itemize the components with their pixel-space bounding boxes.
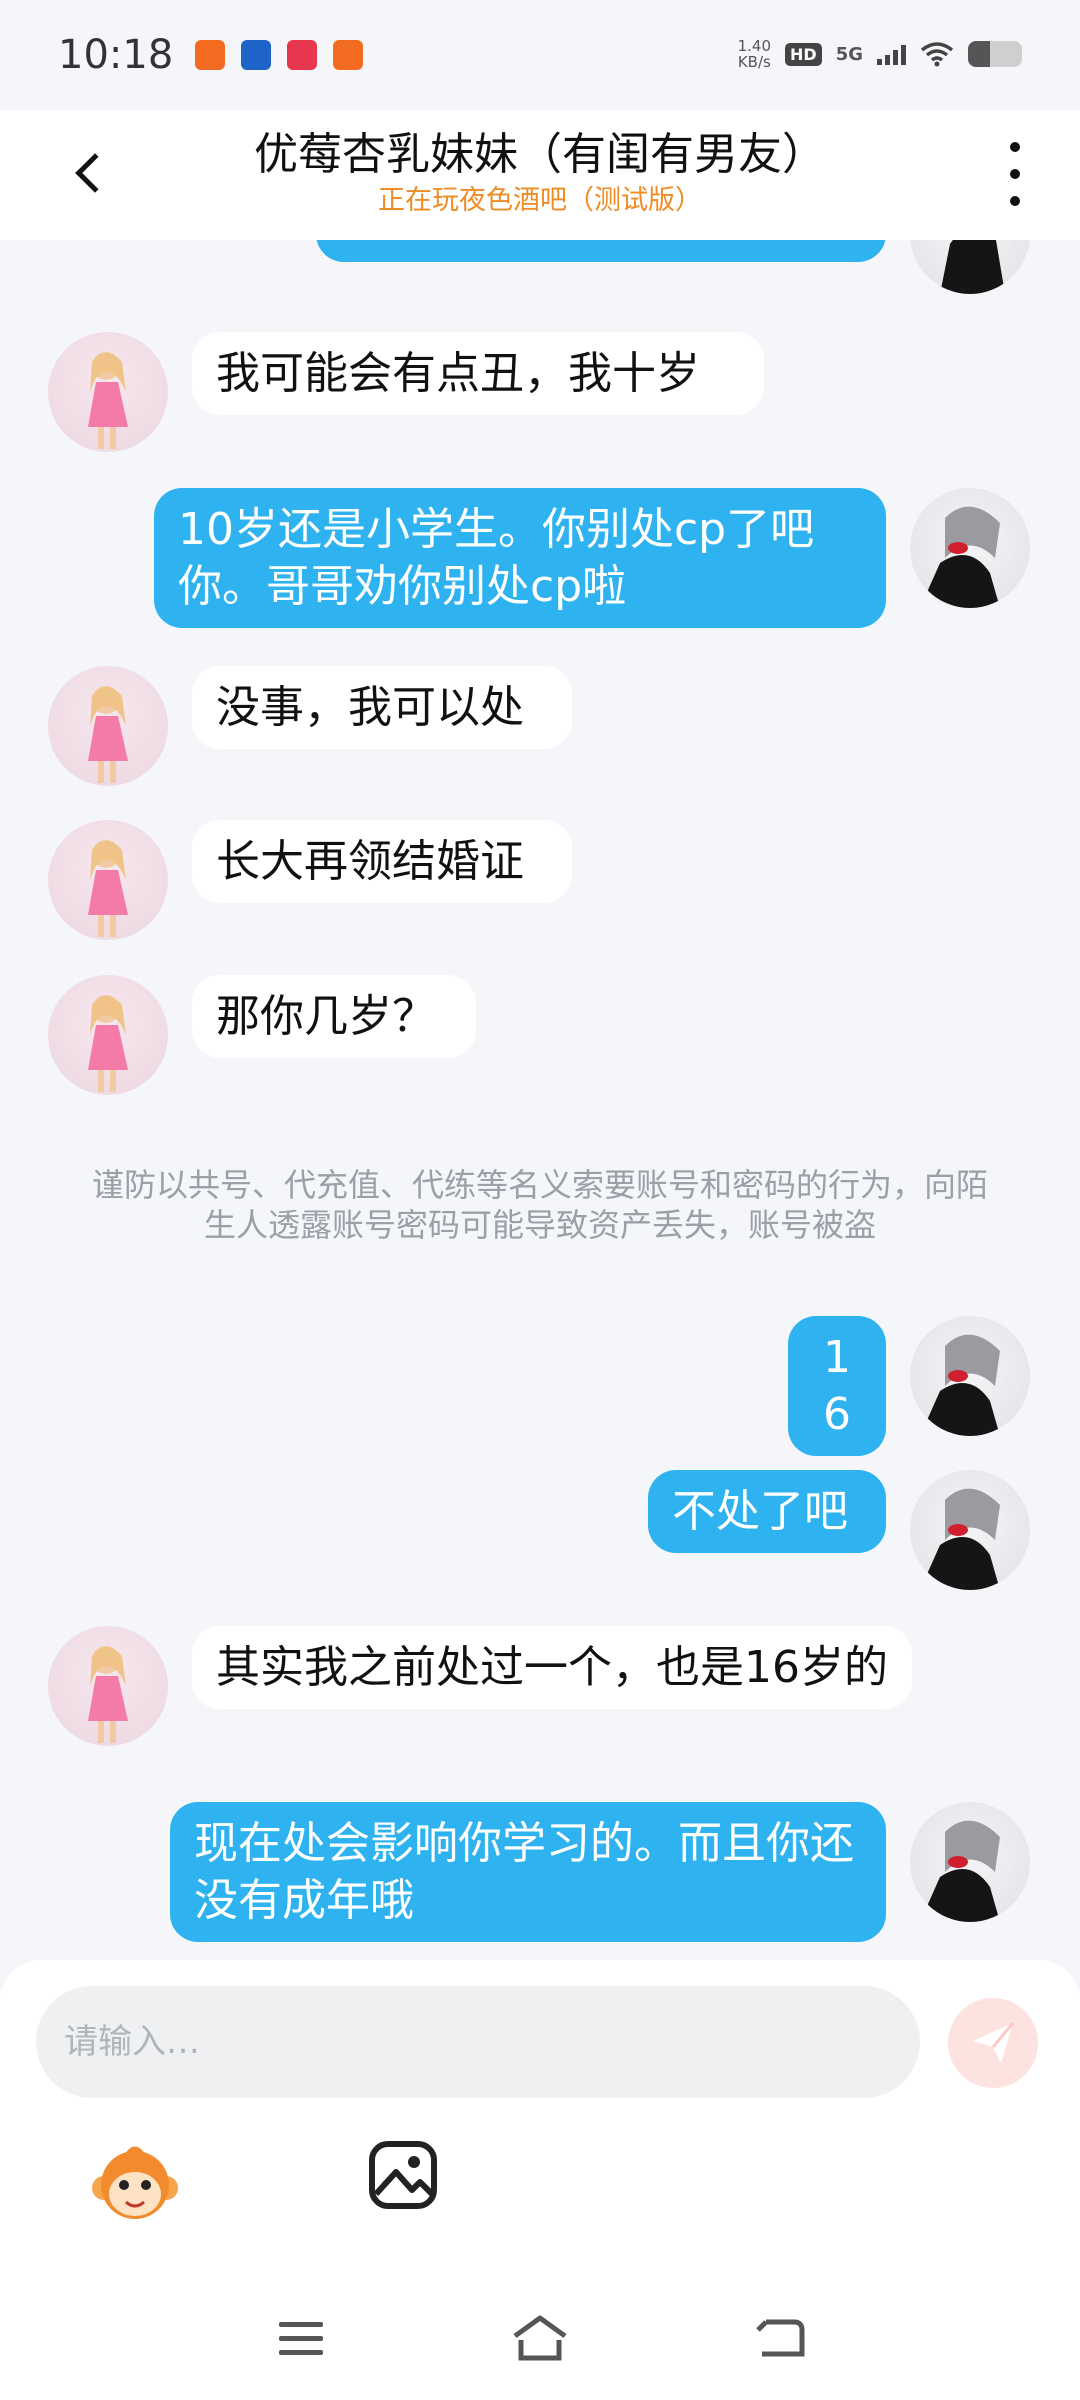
system-nav-bar: [0, 2280, 1080, 2400]
avatar-self[interactable]: [910, 1316, 1030, 1436]
menu-icon: [279, 2322, 323, 2355]
avatar-image: [920, 1488, 1000, 1590]
nav-back-button[interactable]: [745, 2308, 815, 2368]
message-bubble-outgoing[interactable]: 10岁还是小学生。你别处cp了吧你。哥哥劝你别处cp啦: [154, 488, 886, 628]
nav-home-button[interactable]: [505, 2308, 575, 2368]
avatar-contact[interactable]: [48, 1626, 168, 1746]
app-notification-icon: [241, 40, 272, 70]
network-speed-value: 1.40: [737, 37, 772, 55]
avatar-image: [88, 1646, 128, 1743]
avatar-image: [920, 506, 1000, 608]
message-input[interactable]: [64, 2022, 920, 2062]
network-type-label: 5G: [835, 43, 863, 65]
app-notification-icon: [287, 40, 318, 70]
home-icon: [513, 2315, 567, 2361]
avatar-image: [88, 686, 128, 783]
message-bubble-incoming[interactable]: 那你几岁？: [192, 975, 476, 1058]
message-bubble-incoming[interactable]: 其实我之前处过一个，也是16岁的: [192, 1626, 912, 1709]
avatar-contact[interactable]: [48, 666, 168, 786]
message-list[interactable]: 我可能会有点丑，我十岁 10岁还是小学生。你别处cp了吧你。哥哥劝你别处cp啦 …: [0, 240, 1080, 1960]
hd-icon: HD: [785, 42, 822, 66]
emoji-button[interactable]: [90, 2140, 180, 2230]
chevron-left-icon: [75, 153, 115, 193]
message-bubble-outgoing[interactable]: 现在处会影响你学习的。而且你还没有成年哦: [170, 1802, 886, 1942]
security-notice: 谨防以共号、代充值、代练等名义索要账号和密码的行为，向陌生人透露账号密码可能导致…: [91, 1166, 988, 1244]
avatar-self[interactable]: [910, 1470, 1030, 1590]
image-icon: [369, 2141, 437, 2209]
wifi-icon: [920, 42, 954, 67]
chat-subtitle[interactable]: 正在玩夜色酒吧（测试版）: [180, 178, 900, 217]
message-bubble-incoming[interactable]: 我可能会有点丑，我十岁: [192, 332, 764, 415]
image-button[interactable]: [368, 2140, 444, 2216]
avatar-self[interactable]: [910, 488, 1030, 608]
chat-header: 优莓杏乳妹妹（有闺有男友） 正在玩夜色酒吧（测试版）: [0, 110, 1080, 240]
message-input-container[interactable]: [36, 1986, 920, 2098]
avatar-image: [88, 840, 128, 937]
more-button[interactable]: [1000, 142, 1030, 206]
avatar-image: [88, 995, 128, 1092]
avatar-contact[interactable]: [48, 332, 168, 452]
avatar-image: [920, 1334, 1000, 1436]
paper-plane-icon: [973, 2022, 1015, 2063]
avatar-contact[interactable]: [48, 820, 168, 940]
status-time: 10:18: [58, 32, 174, 78]
battery-icon: [968, 41, 1022, 67]
avatar-image: [88, 352, 128, 449]
app-notification-icon: [195, 40, 226, 70]
message-bubble-outgoing[interactable]: 不处了吧: [648, 1470, 886, 1553]
avatar-image: [920, 1820, 1000, 1922]
app-notification-icon: [333, 40, 364, 70]
back-icon: [756, 2319, 805, 2357]
more-vertical-icon: [1010, 142, 1020, 152]
network-speed-unit: KB/s: [737, 53, 771, 71]
nav-menu-button[interactable]: [266, 2308, 336, 2368]
message-bubble-outgoing[interactable]: 16: [788, 1316, 886, 1456]
network-speed: 1.40 KB/s: [738, 38, 771, 70]
message-bubble-outgoing[interactable]: [316, 240, 886, 262]
message-bubble-incoming[interactable]: 长大再领结婚证: [192, 820, 572, 903]
signal-icon: [877, 43, 906, 65]
status-indicators: 1.40 KB/s HD 5G: [738, 38, 1022, 70]
chat-title: 优莓杏乳妹妹（有闺有男友）: [254, 129, 826, 180]
status-bar: 10:18 1.40 KB/s HD 5G: [0, 0, 1080, 110]
avatar-contact[interactable]: [48, 975, 168, 1095]
send-button[interactable]: [948, 1998, 1038, 2088]
avatar-self[interactable]: [910, 240, 1030, 294]
avatar-self[interactable]: [910, 1802, 1030, 1922]
back-button[interactable]: [60, 138, 120, 208]
monkey-emoji-icon: [92, 2146, 178, 2219]
avatar-image: [940, 240, 1005, 294]
message-bubble-incoming[interactable]: 没事，我可以处: [192, 666, 572, 749]
